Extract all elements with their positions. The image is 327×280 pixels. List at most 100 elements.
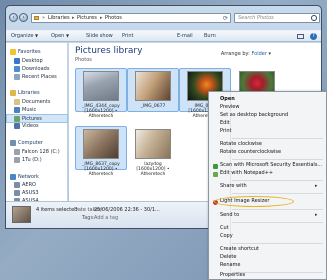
music-icon	[14, 107, 20, 113]
menu-item-delete[interactable]: Delete	[220, 254, 236, 262]
menu-item-edit-notepadpp[interactable]: Edit with Notepad++	[220, 170, 273, 178]
email-button[interactable]: E-mail	[177, 33, 193, 39]
chevron-right-icon: ▸	[100, 15, 103, 21]
menu-item-create-shortcut[interactable]: Create shortcut	[220, 246, 259, 254]
videos-icon	[14, 123, 20, 129]
nav-recent-places[interactable]: Recent Places	[6, 73, 68, 82]
documents-icon	[14, 99, 20, 105]
open-label: Open	[51, 33, 65, 39]
desktop-icon	[14, 58, 20, 64]
star-icon	[10, 49, 16, 55]
nav-computer-label: Computer	[18, 140, 43, 146]
nav-libraries[interactable]: Libraries	[6, 89, 68, 98]
search-icon	[311, 15, 317, 21]
nav-recent-label: Recent Places	[22, 74, 57, 80]
nav-downloads-label: Downloads	[22, 66, 50, 72]
thumbnail-meta: [1600x1200] • Atheretech	[84, 167, 118, 177]
address-bar[interactable]: » Libraries ▸ Pictures ▸ Photos ⟳	[31, 13, 231, 23]
folder-icon	[34, 16, 39, 20]
menu-item-print[interactable]: Print	[220, 128, 232, 136]
computer-icon	[14, 190, 20, 196]
nav-desktop-label: Desktop	[22, 58, 43, 64]
menu-item-cut[interactable]: Cut	[220, 225, 229, 233]
menu-item-edit[interactable]: Edit	[220, 120, 230, 128]
search-input[interactable]: Search Photos	[234, 13, 320, 23]
menu-item-rotate-clockwise[interactable]: Rotate clockwise	[220, 141, 262, 149]
nav-videos[interactable]: Videos	[6, 122, 68, 131]
thumbnail-caption: _IMG_8637_copy [1600x1200] • Atheretech	[75, 162, 127, 177]
organize-label: Organize	[11, 33, 34, 39]
thumbnail-name: _IMG_0677	[140, 104, 166, 109]
search-placeholder: Search Photos	[238, 15, 274, 21]
print-button[interactable]: Print	[122, 33, 134, 39]
forward-icon[interactable]: ›	[19, 13, 28, 22]
nav-drive-d-label: 1Tu (D:)	[22, 157, 42, 163]
security-scan-icon	[213, 164, 218, 169]
menu-item-send-to[interactable]: Send to	[220, 212, 239, 220]
menu-separator	[232, 138, 323, 139]
context-menu: Open Preview Set as desktop background E…	[208, 91, 327, 280]
nav-drive-c-label: Falcon 128 (C:)	[22, 149, 60, 155]
chevron-down-icon: ▼	[65, 33, 70, 38]
library-icon	[10, 90, 16, 96]
tags-field[interactable]: Add a tag	[94, 215, 118, 221]
menu-item-share-with[interactable]: Share with	[220, 183, 247, 191]
downloads-icon	[14, 66, 20, 72]
view-options-icon[interactable]	[297, 34, 304, 39]
menu-separator	[232, 180, 323, 181]
open-button[interactable]: Open ▼	[51, 33, 69, 39]
chevron-right-icon: ▸	[72, 15, 75, 21]
photo-thumbnail	[83, 129, 119, 159]
selection-preview-thumbnail	[12, 206, 31, 223]
menu-separator	[232, 272, 323, 273]
command-bar: Organize ▼ Open ▼ Slide show Print E-mai…	[6, 30, 321, 42]
nav-videos-label: Videos	[22, 123, 39, 129]
date-taken-value: 25/06/2006 22:36 - 30/1...	[94, 207, 160, 213]
nav-aero-label: AERO	[22, 182, 36, 188]
recent-places-icon	[14, 74, 20, 80]
menu-item-rotate-counterclockwise[interactable]: Rotate counterclockwise	[220, 149, 281, 157]
highlight-ellipse	[214, 196, 294, 207]
menu-separator	[232, 209, 323, 210]
menu-separator	[232, 243, 323, 244]
nav-favorites[interactable]: Favorites	[6, 48, 68, 57]
nav-documents-label: Documents	[22, 99, 51, 105]
refresh-icon[interactable]: ⟳	[223, 15, 228, 22]
thumbnail-meta: [1600x1200] • Atheretech	[136, 167, 170, 177]
chevron-down-icon: ▾	[268, 51, 271, 57]
notepad-plus-icon	[213, 172, 218, 177]
nav-drive-d[interactable]: 1Tu (D:)	[6, 156, 68, 165]
chevron-right-icon: »	[42, 15, 46, 21]
nav-computer[interactable]: Computer	[6, 139, 68, 148]
photo-thumbnail	[135, 129, 171, 159]
chevron-right-icon: ▸	[315, 212, 318, 218]
chevron-down-icon: ▼	[35, 33, 39, 38]
arrange-value[interactable]: Folder	[251, 51, 266, 57]
breadcrumb-photos[interactable]: Photos	[105, 15, 122, 21]
menu-item-copy[interactable]: Copy	[220, 233, 233, 241]
thumbnail-caption: lazydog [1600x1200] • Atheretech	[127, 162, 179, 177]
photo-thumbnail	[135, 71, 171, 101]
menu-separator	[232, 193, 323, 194]
back-icon[interactable]: ‹	[9, 13, 18, 22]
chevron-right-icon: ▸	[315, 183, 318, 189]
breadcrumb-libraries[interactable]: Libraries	[48, 15, 70, 21]
thumbnail-caption: _IMG_0677	[127, 104, 179, 109]
burn-button[interactable]: Burn	[204, 33, 216, 39]
breadcrumb-pictures[interactable]: Pictures	[77, 15, 97, 21]
computer-icon	[10, 140, 16, 146]
network-icon	[10, 174, 16, 180]
menu-item-properties[interactable]: Properties	[220, 272, 245, 280]
menu-item-scan-mse[interactable]: Scan with Microsoft Security Essentials.…	[220, 162, 322, 170]
menu-item-preview[interactable]: Preview	[220, 104, 239, 112]
drive-icon	[14, 149, 20, 155]
menu-item-set-desktop-background[interactable]: Set as desktop background	[220, 112, 288, 120]
organize-button[interactable]: Organize ▼	[11, 33, 38, 39]
drive-icon	[14, 157, 20, 163]
title-bar: ‹ › » Libraries ▸ Pictures ▸ Photos ⟳ Se…	[6, 6, 321, 28]
help-icon[interactable]: ?	[310, 33, 317, 40]
menu-item-rename[interactable]: Rename	[220, 262, 241, 270]
slideshow-button[interactable]: Slide show	[86, 33, 113, 39]
menu-item-open[interactable]: Open	[220, 96, 235, 104]
arrange-by[interactable]: Arrange by: Folder ▾	[221, 51, 271, 57]
